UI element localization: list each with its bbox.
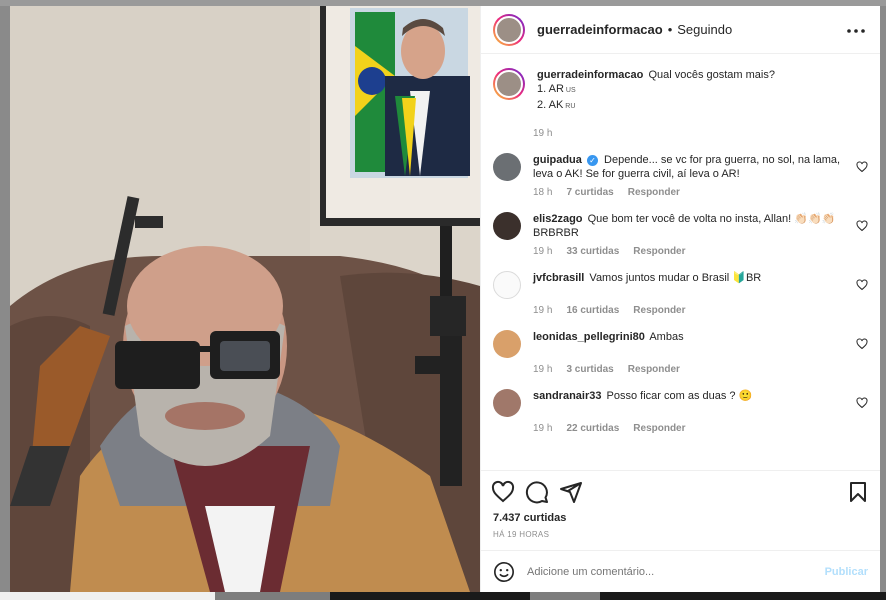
comment-username[interactable]: sandranair33 (533, 390, 601, 402)
likes-count[interactable]: 7.437 curtidas (481, 512, 880, 530)
comment-text: jvfcbrasill Vamos juntos mudar o Brasil … (533, 271, 868, 285)
like-comment-heart-icon[interactable] (856, 161, 868, 173)
post-actions (481, 470, 880, 512)
comment-item: elis2zago Que bom ter você de volta no i… (493, 212, 868, 257)
comment-likes[interactable]: 33 curtidas (566, 246, 619, 257)
caption-avatar[interactable] (493, 68, 525, 100)
share-paper-plane-icon[interactable] (559, 480, 583, 504)
reply-button[interactable]: Responder (633, 423, 685, 434)
caption-body: Qual vocês gostam mais? (648, 69, 775, 81)
comment-time: 19 h (533, 305, 553, 316)
comment-bubble-icon[interactable] (525, 480, 549, 504)
comment-username[interactable]: guipadua (533, 154, 582, 166)
caption-time: 19 h (533, 128, 553, 139)
like-comment-heart-icon[interactable] (856, 338, 868, 350)
add-comment-bar: Publicar (481, 550, 880, 592)
comment-time: 19 h (533, 246, 553, 257)
comment-text: leonidas_pellegrini80 Ambas (533, 330, 868, 344)
comment-likes[interactable]: 7 curtidas (566, 187, 613, 198)
save-bookmark-icon[interactable] (846, 480, 870, 504)
commenter-avatar[interactable] (493, 330, 521, 358)
comment-username[interactable]: jvfcbrasill (533, 272, 584, 284)
us-flag-icon: US (565, 87, 576, 94)
comment-time: 19 h (533, 364, 553, 375)
comment-meta: 19 h 33 curtidas Responder (533, 246, 868, 257)
comment-time: 19 h (533, 423, 553, 434)
like-comment-heart-icon[interactable] (856, 397, 868, 409)
separator-dot: • (667, 22, 673, 37)
author-username[interactable]: guerradeinformacao (537, 22, 663, 37)
commenter-avatar[interactable] (493, 271, 521, 299)
add-comment-input[interactable] (527, 565, 825, 578)
comment-item: guipadua ✓ Depende... se vc for pra guer… (493, 153, 868, 198)
verified-badge-icon: ✓ (586, 154, 598, 166)
comment-text: sandranair33 Posso ficar com as duas ? 🙂 (533, 389, 868, 403)
comment-meta: 19 h 3 curtidas Responder (533, 364, 868, 375)
comment-meta: 19 h 16 curtidas Responder (533, 305, 868, 316)
reply-button[interactable]: Responder (628, 187, 680, 198)
comment-username[interactable]: elis2zago (533, 213, 583, 225)
emoji-smiley-icon[interactable] (493, 561, 515, 583)
caption-username[interactable]: guerradeinformacao (537, 69, 643, 81)
commenter-avatar[interactable] (493, 153, 521, 181)
comments-list[interactable]: guerradeinformacao Qual vocês gostam mai… (481, 54, 880, 470)
author-avatar[interactable] (493, 13, 525, 46)
comment-item: sandranair33 Posso ficar com as duas ? 🙂… (493, 389, 868, 434)
comment-text: elis2zago Que bom ter você de volta no i… (533, 212, 868, 240)
comment-text: guipadua ✓ Depende... se vc for pra guer… (533, 153, 868, 181)
like-heart-icon[interactable] (491, 480, 515, 504)
comment-likes[interactable]: 22 curtidas (566, 423, 619, 434)
comment-meta: 19 h 22 curtidas Responder (533, 423, 868, 434)
comment-body: Vamos juntos mudar o Brasil 🔰BR (589, 272, 762, 284)
ru-flag-icon: RU (565, 103, 576, 110)
post-photo (10, 6, 480, 592)
comment-username[interactable]: leonidas_pellegrini80 (533, 331, 645, 343)
reply-button[interactable]: Responder (633, 305, 685, 316)
comment-likes[interactable]: 3 curtidas (566, 364, 613, 375)
post-modal: guerradeinformacao • Seguindo guerradein… (10, 6, 880, 592)
post-timestamp: HÁ 19 HORAS (493, 530, 550, 539)
commenter-avatar[interactable] (493, 389, 521, 417)
comment-meta: 18 h 7 curtidas Responder (533, 187, 868, 198)
caption-text: guerradeinformacao Qual vocês gostam mai… (537, 68, 868, 114)
publish-button[interactable]: Publicar (825, 566, 868, 578)
page-backdrop-bottom (0, 592, 886, 600)
caption-meta: 19 h (533, 128, 868, 139)
commenter-avatar[interactable] (493, 212, 521, 240)
caption-block: guerradeinformacao Qual vocês gostam mai… (493, 68, 868, 139)
post-image[interactable] (10, 6, 480, 592)
comment-item: leonidas_pellegrini80 Ambas 19 h 3 curti… (493, 330, 868, 375)
comment-item: jvfcbrasill Vamos juntos mudar o Brasil … (493, 271, 868, 316)
follow-status[interactable]: Seguindo (677, 22, 732, 37)
comment-time: 18 h (533, 187, 553, 198)
reply-button[interactable]: Responder (628, 364, 680, 375)
reply-button[interactable]: Responder (633, 246, 685, 257)
more-horizontal-icon (847, 28, 865, 33)
comment-likes[interactable]: 16 curtidas (566, 305, 619, 316)
like-comment-heart-icon[interactable] (856, 220, 868, 232)
post-sidebar: guerradeinformacao • Seguindo guerradein… (480, 6, 880, 592)
comment-body: Ambas (649, 331, 684, 343)
comment-body: Posso ficar com as duas ? 🙂 (606, 390, 753, 402)
more-options-button[interactable] (844, 21, 868, 39)
caption-line1: 1. AR (537, 83, 564, 95)
post-header: guerradeinformacao • Seguindo (481, 6, 880, 54)
caption-line2: 2. AK (537, 99, 564, 111)
like-comment-heart-icon[interactable] (856, 279, 868, 291)
